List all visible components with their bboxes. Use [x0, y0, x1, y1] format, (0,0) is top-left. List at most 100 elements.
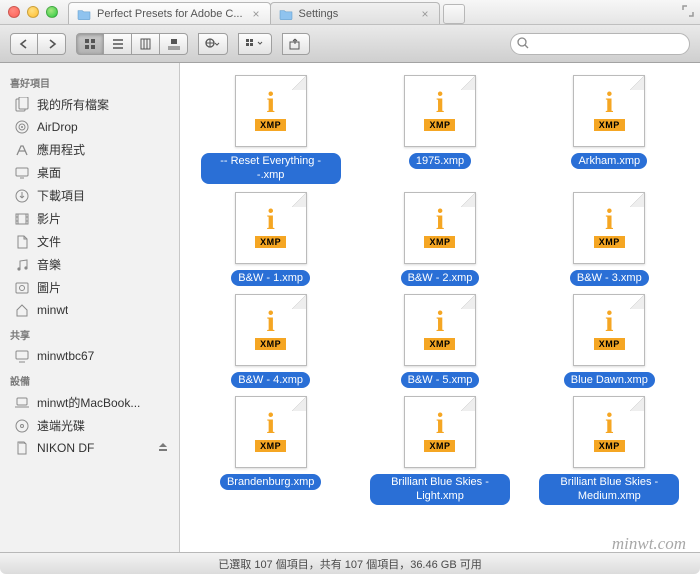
- file-thumbnail: iXMP: [235, 75, 307, 147]
- file-thumbnail: iXMP: [573, 192, 645, 264]
- sidebar-item-apps[interactable]: 應用程式: [0, 138, 179, 161]
- search-icon: [517, 37, 530, 50]
- airdrop-icon: [14, 119, 30, 135]
- column-view-button[interactable]: [132, 33, 160, 55]
- close-window[interactable]: [8, 6, 20, 18]
- tab-close-icon[interactable]: ×: [243, 7, 260, 21]
- xmp-badge: XMP: [424, 440, 455, 452]
- sidebar-item-home[interactable]: minwt: [0, 299, 179, 321]
- file-thumbnail: iXMP: [404, 396, 476, 468]
- tabs: Perfect Presets for Adobe C... × Setting…: [68, 0, 692, 24]
- display-icon: [14, 348, 30, 364]
- sidebar-item-downloads[interactable]: 下載項目: [0, 184, 179, 207]
- tab-active[interactable]: Perfect Presets for Adobe C... ×: [68, 2, 271, 24]
- sidebar-item-docs[interactable]: 我的所有檔案: [0, 93, 179, 116]
- xmp-badge: XMP: [594, 236, 625, 248]
- file-item[interactable]: iXMP Brandenburg.xmp: [188, 396, 353, 505]
- file-name: 1975.xmp: [409, 153, 471, 169]
- sidebar-item-documents[interactable]: 文件: [0, 230, 179, 253]
- tab-label: Perfect Presets for Adobe C...: [97, 8, 243, 20]
- sidebar-header: 喜好項目: [0, 69, 179, 93]
- folder-icon: [279, 8, 293, 20]
- coverflow-view-button[interactable]: [160, 33, 188, 55]
- xmp-badge: XMP: [255, 440, 286, 452]
- sidebar-item-music[interactable]: 音樂: [0, 253, 179, 276]
- sidebar-item-label: minwt的MacBook...: [37, 394, 140, 411]
- file-thumbnail: iXMP: [404, 294, 476, 366]
- content-area[interactable]: iXMP -- Reset Everything --.xmp iXMP 1975.x…: [180, 63, 700, 552]
- icon-view-button[interactable]: [76, 33, 104, 55]
- sidebar-item-sd[interactable]: NIKON DF: [0, 437, 179, 459]
- sidebar-item-label: 桌面: [37, 164, 61, 181]
- sidebar-item-label: 影片: [37, 210, 61, 227]
- file-item[interactable]: iXMP -- Reset Everything --.xmp: [188, 75, 353, 184]
- fullscreen-icon[interactable]: [682, 5, 694, 17]
- sidebar-item-label: 遠端光碟: [37, 417, 85, 434]
- laptop-icon: [14, 395, 30, 411]
- back-button[interactable]: [10, 33, 38, 55]
- forward-button[interactable]: [38, 33, 66, 55]
- file-item[interactable]: iXMPBlue Dawn.xmp: [527, 294, 692, 388]
- sidebar: 喜好項目我的所有檔案 AirDrop 應用程式桌面下載項目影片文件音樂圖片 minwt…: [0, 63, 180, 552]
- file-thumbnail: iXMP: [404, 192, 476, 264]
- zoom-window[interactable]: [46, 6, 58, 18]
- sidebar-item-label: AirDrop: [37, 120, 78, 134]
- documents-icon: [14, 234, 30, 250]
- xmp-badge: XMP: [255, 338, 286, 350]
- minimize-window[interactable]: [27, 6, 39, 18]
- file-name: Brilliant Blue Skies - Light.xmp: [370, 474, 510, 505]
- arrange-group: [238, 33, 272, 55]
- sidebar-item-display[interactable]: minwtbc67: [0, 345, 179, 367]
- sidebar-item-disc[interactable]: 遠端光碟: [0, 414, 179, 437]
- new-tab-button[interactable]: [443, 4, 465, 24]
- arrange-menu-button[interactable]: [238, 33, 272, 55]
- folder-icon: [77, 8, 91, 20]
- file-name: -- Reset Everything --.xmp: [201, 153, 341, 184]
- file-item[interactable]: iXMP B&W - 5.xmp: [357, 294, 522, 388]
- file-thumbnail: iXMP: [404, 75, 476, 147]
- tab-inactive[interactable]: Settings ×: [270, 2, 440, 24]
- desktop-icon: [14, 165, 30, 181]
- file-thumbnail: iXMP: [573, 75, 645, 147]
- file-item[interactable]: iXMP Brilliant Blue Skies - Light.xmp: [357, 396, 522, 505]
- file-item[interactable]: iXMP Arkham.xmp: [527, 75, 692, 184]
- file-name: B&W - 2.xmp: [401, 270, 480, 286]
- search-input[interactable]: [510, 33, 690, 55]
- list-view-button[interactable]: [104, 33, 132, 55]
- file-name: B&W - 3.xmp: [570, 270, 649, 286]
- downloads-icon: [14, 188, 30, 204]
- share-button[interactable]: [282, 33, 310, 55]
- sidebar-item-airdrop[interactable]: AirDrop: [0, 116, 179, 138]
- file-name: Brandenburg.xmp: [220, 474, 321, 490]
- xmp-badge: XMP: [594, 440, 625, 452]
- tab-close-icon[interactable]: ×: [412, 7, 429, 21]
- status-bar: 已選取 107 個項目，共有 107 個項目，36.46 GB 可用: [0, 552, 700, 574]
- sidebar-item-movies[interactable]: 影片: [0, 207, 179, 230]
- file-thumbnail: iXMP: [235, 396, 307, 468]
- file-item[interactable]: iXMP 1975.xmp: [357, 75, 522, 184]
- titlebar: Perfect Presets for Adobe C... × Setting…: [0, 0, 700, 25]
- sidebar-item-pictures[interactable]: 圖片: [0, 276, 179, 299]
- file-thumbnail: iXMP: [235, 294, 307, 366]
- sidebar-item-label: minwtbc67: [37, 349, 94, 363]
- view-mode-buttons: [76, 33, 188, 55]
- sidebar-item-label: minwt: [37, 303, 68, 317]
- action-menu-button[interactable]: [198, 33, 228, 55]
- xmp-badge: XMP: [424, 119, 455, 131]
- sidebar-item-label: 我的所有檔案: [37, 96, 109, 113]
- eject-icon[interactable]: [157, 442, 169, 454]
- file-name: Arkham.xmp: [571, 153, 647, 169]
- sidebar-header: 設備: [0, 367, 179, 391]
- file-item[interactable]: iXMP B&W - 2.xmp: [357, 192, 522, 286]
- file-thumbnail: iXMP: [573, 294, 645, 366]
- sidebar-item-desktop[interactable]: 桌面: [0, 161, 179, 184]
- xmp-badge: XMP: [594, 119, 625, 131]
- sidebar-item-label: NIKON DF: [37, 441, 94, 455]
- sidebar-item-laptop[interactable]: minwt的MacBook...: [0, 391, 179, 414]
- file-item[interactable]: iXMP B&W - 3.xmp: [527, 192, 692, 286]
- file-item[interactable]: iXMPB&W - 1.xmp: [188, 192, 353, 286]
- file-item[interactable]: iXMPB&W - 4.xmp: [188, 294, 353, 388]
- file-name: B&W - 5.xmp: [401, 372, 480, 388]
- file-item[interactable]: iXMPBrilliant Blue Skies - Medium.xmp: [527, 396, 692, 505]
- file-thumbnail: iXMP: [235, 192, 307, 264]
